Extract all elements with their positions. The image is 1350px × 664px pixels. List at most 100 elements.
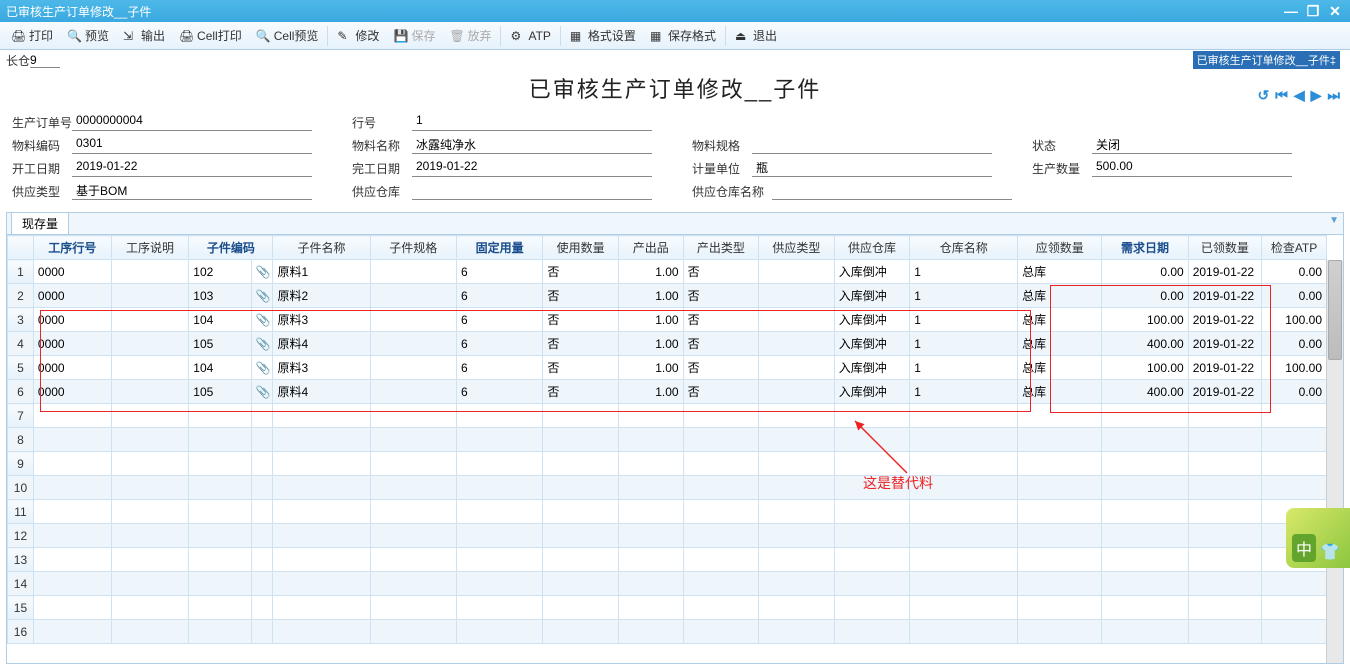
cell-empty[interactable] — [456, 404, 542, 428]
cell-clip[interactable]: 📎 — [251, 308, 273, 332]
cell-output[interactable]: 否 — [543, 356, 619, 380]
cell-op[interactable]: 0000 — [33, 356, 111, 380]
table-row[interactable]: 9 — [8, 452, 1327, 476]
cell-fixed[interactable]: 6 — [456, 260, 542, 284]
cell-reqdate[interactable]: 2019-01-22 — [1188, 308, 1261, 332]
cell-name[interactable]: 原料4 — [273, 380, 370, 404]
cell-clip[interactable]: 📎 — [251, 380, 273, 404]
cell-isout[interactable]: 否 — [683, 332, 759, 356]
cell-empty[interactable] — [618, 572, 683, 596]
cell-issued[interactable]: 100.00 — [1262, 356, 1327, 380]
cell-empty[interactable] — [543, 428, 619, 452]
cell-should[interactable]: 0.00 — [1102, 260, 1188, 284]
cell-output[interactable]: 否 — [543, 380, 619, 404]
cell-wh[interactable]: 1 — [910, 380, 1018, 404]
col-supply-type[interactable]: 供应类型 — [759, 236, 835, 260]
col-check-atp[interactable]: 检查ATP — [1262, 236, 1327, 260]
cell-empty[interactable] — [1188, 404, 1261, 428]
cell-outtype[interactable] — [759, 308, 835, 332]
table-row[interactable]: 14 — [8, 572, 1327, 596]
cell-empty[interactable] — [1018, 572, 1102, 596]
cell-empty[interactable] — [273, 596, 370, 620]
cell-whname[interactable]: 总库 — [1018, 356, 1102, 380]
cell-print-button[interactable]: 🖨Cell打印 — [172, 24, 249, 48]
order-no-field[interactable]: 0000000004 — [72, 113, 312, 131]
cell-empty[interactable] — [370, 548, 456, 572]
cell-empty[interactable] — [1102, 524, 1188, 548]
cell-empty[interactable] — [456, 596, 542, 620]
cell-empty[interactable] — [1262, 572, 1327, 596]
cell-op[interactable]: 0000 — [33, 260, 111, 284]
cell-empty[interactable] — [111, 548, 189, 572]
cell-clip[interactable]: 📎 — [251, 332, 273, 356]
cell-empty[interactable] — [273, 572, 370, 596]
cell-empty[interactable] — [33, 500, 111, 524]
cell-empty[interactable] — [189, 572, 252, 596]
cell-issued[interactable]: 0.00 — [1262, 380, 1327, 404]
mat-code-field[interactable]: 0301 — [72, 136, 312, 154]
cell-isout[interactable]: 否 — [683, 356, 759, 380]
cell-reqdate[interactable]: 2019-01-22 — [1188, 356, 1261, 380]
cell-empty[interactable] — [1188, 428, 1261, 452]
grid-vertical-scrollbar[interactable] — [1326, 260, 1343, 663]
cell-opdesc[interactable] — [111, 380, 189, 404]
cell-fixed[interactable]: 6 — [456, 332, 542, 356]
cell-supplytype[interactable]: 入库倒冲 — [834, 308, 910, 332]
cell-spec[interactable] — [370, 260, 456, 284]
cell-fixed[interactable]: 6 — [456, 284, 542, 308]
cell-empty[interactable] — [189, 404, 252, 428]
cell-name[interactable]: 原料1 — [273, 260, 370, 284]
col-child-spec[interactable]: 子件规格 — [370, 236, 456, 260]
cell-empty[interactable] — [1102, 428, 1188, 452]
table-row[interactable]: 8 — [8, 428, 1327, 452]
cell-empty[interactable] — [189, 620, 252, 644]
cell-empty[interactable] — [683, 452, 759, 476]
cell-empty[interactable] — [456, 428, 542, 452]
cell-empty[interactable] — [111, 476, 189, 500]
cell-empty[interactable] — [370, 428, 456, 452]
cell-should[interactable]: 0.00 — [1102, 284, 1188, 308]
cell-empty[interactable] — [273, 548, 370, 572]
cell-empty[interactable] — [33, 476, 111, 500]
cell-empty[interactable] — [910, 572, 1018, 596]
cell-empty[interactable] — [543, 524, 619, 548]
cell-empty[interactable] — [33, 620, 111, 644]
cell-empty[interactable] — [111, 620, 189, 644]
cell-empty[interactable] — [618, 428, 683, 452]
cell-clip[interactable]: 📎 — [251, 284, 273, 308]
cell-empty[interactable] — [910, 524, 1018, 548]
cell-spec[interactable] — [370, 284, 456, 308]
cell-fixed[interactable]: 6 — [456, 380, 542, 404]
cell-empty[interactable] — [456, 500, 542, 524]
cell-useqty[interactable]: 1.00 — [618, 332, 683, 356]
col-issued-qty[interactable]: 已领数量 — [1188, 236, 1261, 260]
cell-empty[interactable] — [1018, 452, 1102, 476]
cell-empty[interactable] — [251, 452, 273, 476]
cell-empty[interactable] — [759, 524, 835, 548]
save-format-button[interactable]: ▦保存格式 — [643, 24, 723, 48]
cell-empty[interactable] — [683, 548, 759, 572]
cell-empty[interactable] — [1102, 596, 1188, 620]
cell-empty[interactable] — [189, 548, 252, 572]
line-no-field[interactable]: 1 — [412, 113, 652, 131]
cell-empty[interactable] — [273, 500, 370, 524]
cell-name[interactable]: 原料4 — [273, 332, 370, 356]
cell-whname[interactable]: 总库 — [1018, 380, 1102, 404]
status-field[interactable]: 关闭 — [1092, 136, 1292, 154]
cell-empty[interactable] — [543, 620, 619, 644]
supply-type-field[interactable]: 基于BOM — [72, 182, 312, 200]
close-button[interactable]: ✕ — [1326, 3, 1344, 19]
cell-code[interactable]: 105 — [189, 332, 252, 356]
table-row[interactable]: 30000104📎原料36否1.00否入库倒冲1总库100.002019-01-… — [8, 308, 1327, 332]
cell-empty[interactable] — [618, 548, 683, 572]
cell-opdesc[interactable] — [111, 332, 189, 356]
cell-output[interactable]: 否 — [543, 284, 619, 308]
cell-empty[interactable] — [1262, 620, 1327, 644]
cell-clip[interactable]: 📎 — [251, 260, 273, 284]
cell-empty[interactable] — [910, 548, 1018, 572]
cell-empty[interactable] — [273, 476, 370, 500]
col-req-date[interactable]: 需求日期 — [1102, 236, 1188, 260]
cell-empty[interactable] — [759, 476, 835, 500]
cell-opdesc[interactable] — [111, 284, 189, 308]
cell-empty[interactable] — [910, 596, 1018, 620]
